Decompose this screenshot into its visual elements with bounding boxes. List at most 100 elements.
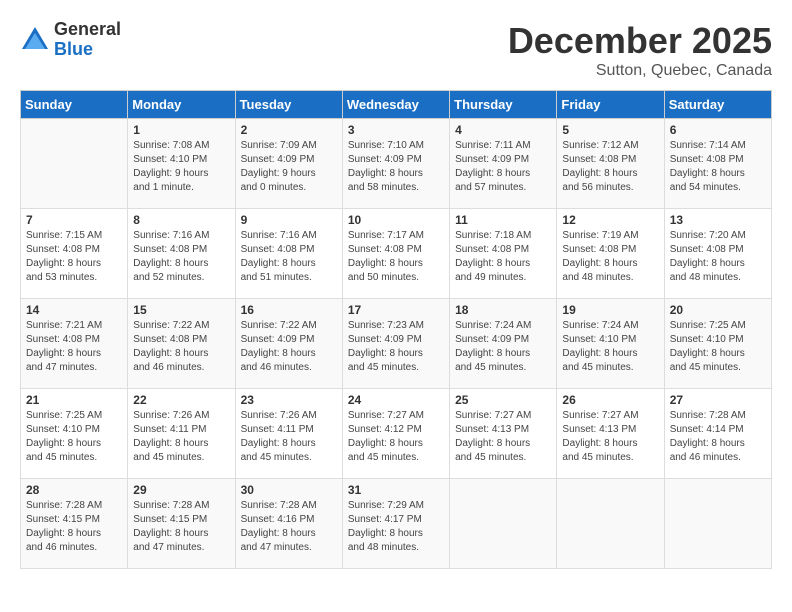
day-info: Sunrise: 7:26 AM Sunset: 4:11 PM Dayligh… [241,409,337,465]
day-info: Sunrise: 7:14 AM Sunset: 4:08 PM Dayligh… [670,139,766,195]
week-row-3: 21 Sunrise: 7:25 AM Sunset: 4:10 PM Dayli… [21,389,772,479]
day-number: 12 [562,213,658,227]
day-number: 1 [133,123,229,137]
calendar-cell: 17 Sunrise: 7:23 AM Sunset: 4:09 PM Dayli… [342,299,449,389]
week-row-1: 7Sunrise: 7:15 AM Sunset: 4:08 PM Daylig… [21,209,772,299]
day-info: Sunrise: 7:26 AM Sunset: 4:11 PM Dayligh… [133,409,229,465]
calendar-cell: 26 Sunrise: 7:27 AM Sunset: 4:13 PM Dayli… [557,389,664,479]
day-number: 27 [670,393,766,407]
calendar-cell: 18 Sunrise: 7:24 AM Sunset: 4:09 PM Dayli… [450,299,557,389]
day-number: 9 [241,213,337,227]
calendar-cell [450,479,557,569]
day-info: Sunrise: 7:24 AM Sunset: 4:09 PM Dayligh… [455,319,551,375]
header-day-friday: Friday [557,91,664,119]
calendar-cell: 6Sunrise: 7:14 AM Sunset: 4:08 PM Daylig… [664,119,771,209]
day-number: 23 [241,393,337,407]
day-number: 24 [348,393,444,407]
calendar-cell: 22 Sunrise: 7:26 AM Sunset: 4:11 PM Dayli… [128,389,235,479]
calendar-cell: 29 Sunrise: 7:28 AM Sunset: 4:15 PM Dayli… [128,479,235,569]
day-info: Sunrise: 7:27 AM Sunset: 4:13 PM Dayligh… [455,409,551,465]
calendar-cell: 28 Sunrise: 7:28 AM Sunset: 4:15 PM Dayli… [21,479,128,569]
day-number: 18 [455,303,551,317]
calendar-cell: 30Sunrise: 7:28 AM Sunset: 4:16 PM Dayli… [235,479,342,569]
day-info: Sunrise: 7:08 AM Sunset: 4:10 PM Dayligh… [133,139,229,195]
day-info: Sunrise: 7:23 AM Sunset: 4:09 PM Dayligh… [348,319,444,375]
calendar-cell: 19 Sunrise: 7:24 AM Sunset: 4:10 PM Dayli… [557,299,664,389]
calendar-cell [557,479,664,569]
day-info: Sunrise: 7:09 AM Sunset: 4:09 PM Dayligh… [241,139,337,195]
week-row-4: 28 Sunrise: 7:28 AM Sunset: 4:15 PM Dayli… [21,479,772,569]
calendar-cell: 3 Sunrise: 7:10 AM Sunset: 4:09 PM Daylig… [342,119,449,209]
day-number: 19 [562,303,658,317]
day-info: Sunrise: 7:27 AM Sunset: 4:13 PM Dayligh… [562,409,658,465]
calendar-cell: 16Sunrise: 7:22 AM Sunset: 4:09 PM Dayli… [235,299,342,389]
day-info: Sunrise: 7:27 AM Sunset: 4:12 PM Dayligh… [348,409,444,465]
header-day-sunday: Sunday [21,91,128,119]
calendar-cell: 8Sunrise: 7:16 AM Sunset: 4:08 PM Daylig… [128,209,235,299]
header-day-monday: Monday [128,91,235,119]
calendar-cell: 23 Sunrise: 7:26 AM Sunset: 4:11 PM Dayli… [235,389,342,479]
calendar-cell: 15Sunrise: 7:22 AM Sunset: 4:08 PM Dayli… [128,299,235,389]
day-info: Sunrise: 7:12 AM Sunset: 4:08 PM Dayligh… [562,139,658,195]
calendar-body: 1 Sunrise: 7:08 AM Sunset: 4:10 PM Daylig… [21,119,772,569]
calendar-title: December 2025 [508,20,772,62]
header-day-tuesday: Tuesday [235,91,342,119]
day-info: Sunrise: 7:28 AM Sunset: 4:14 PM Dayligh… [670,409,766,465]
day-number: 2 [241,123,337,137]
day-number: 22 [133,393,229,407]
logo-general-text: General [54,20,121,40]
calendar-cell: 24 Sunrise: 7:27 AM Sunset: 4:12 PM Dayli… [342,389,449,479]
day-info: Sunrise: 7:28 AM Sunset: 4:15 PM Dayligh… [26,499,122,555]
day-number: 16 [241,303,337,317]
logo-text: General Blue [54,20,121,60]
header-day-saturday: Saturday [664,91,771,119]
day-number: 31 [348,483,444,497]
day-info: Sunrise: 7:25 AM Sunset: 4:10 PM Dayligh… [26,409,122,465]
day-number: 3 [348,123,444,137]
day-info: Sunrise: 7:24 AM Sunset: 4:10 PM Dayligh… [562,319,658,375]
week-row-0: 1 Sunrise: 7:08 AM Sunset: 4:10 PM Daylig… [21,119,772,209]
day-number: 11 [455,213,551,227]
day-number: 28 [26,483,122,497]
calendar-cell: 20Sunrise: 7:25 AM Sunset: 4:10 PM Dayli… [664,299,771,389]
calendar-cell [21,119,128,209]
calendar-cell: 1 Sunrise: 7:08 AM Sunset: 4:10 PM Daylig… [128,119,235,209]
calendar-cell: 7Sunrise: 7:15 AM Sunset: 4:08 PM Daylig… [21,209,128,299]
day-info: Sunrise: 7:10 AM Sunset: 4:09 PM Dayligh… [348,139,444,195]
logo: General Blue [20,20,121,60]
day-info: Sunrise: 7:11 AM Sunset: 4:09 PM Dayligh… [455,139,551,195]
calendar-cell: 25 Sunrise: 7:27 AM Sunset: 4:13 PM Dayli… [450,389,557,479]
day-number: 10 [348,213,444,227]
day-number: 25 [455,393,551,407]
calendar-table: SundayMondayTuesdayWednesdayThursdayFrid… [20,90,772,569]
day-info: Sunrise: 7:19 AM Sunset: 4:08 PM Dayligh… [562,229,658,285]
calendar-cell: 2 Sunrise: 7:09 AM Sunset: 4:09 PM Daylig… [235,119,342,209]
day-info: Sunrise: 7:25 AM Sunset: 4:10 PM Dayligh… [670,319,766,375]
day-number: 7 [26,213,122,227]
day-number: 5 [562,123,658,137]
calendar-cell: 31 Sunrise: 7:29 AM Sunset: 4:17 PM Dayli… [342,479,449,569]
title-block: December 2025 Sutton, Quebec, Canada [508,20,772,80]
logo-icon [20,25,50,55]
header-day-wednesday: Wednesday [342,91,449,119]
week-row-2: 14 Sunrise: 7:21 AM Sunset: 4:08 PM Dayli… [21,299,772,389]
day-info: Sunrise: 7:16 AM Sunset: 4:08 PM Dayligh… [133,229,229,285]
day-number: 21 [26,393,122,407]
calendar-cell: 27 Sunrise: 7:28 AM Sunset: 4:14 PM Dayli… [664,389,771,479]
day-info: Sunrise: 7:28 AM Sunset: 4:15 PM Dayligh… [133,499,229,555]
day-info: Sunrise: 7:18 AM Sunset: 4:08 PM Dayligh… [455,229,551,285]
day-info: Sunrise: 7:29 AM Sunset: 4:17 PM Dayligh… [348,499,444,555]
day-number: 26 [562,393,658,407]
calendar-cell: 11 Sunrise: 7:18 AM Sunset: 4:08 PM Dayli… [450,209,557,299]
day-number: 14 [26,303,122,317]
day-number: 13 [670,213,766,227]
day-number: 17 [348,303,444,317]
calendar-cell: 5 Sunrise: 7:12 AM Sunset: 4:08 PM Daylig… [557,119,664,209]
day-info: Sunrise: 7:28 AM Sunset: 4:16 PM Dayligh… [241,499,337,555]
page-header: General Blue December 2025 Sutton, Quebe… [20,20,772,80]
day-number: 29 [133,483,229,497]
day-info: Sunrise: 7:21 AM Sunset: 4:08 PM Dayligh… [26,319,122,375]
day-info: Sunrise: 7:20 AM Sunset: 4:08 PM Dayligh… [670,229,766,285]
day-info: Sunrise: 7:22 AM Sunset: 4:08 PM Dayligh… [133,319,229,375]
header-day-thursday: Thursday [450,91,557,119]
